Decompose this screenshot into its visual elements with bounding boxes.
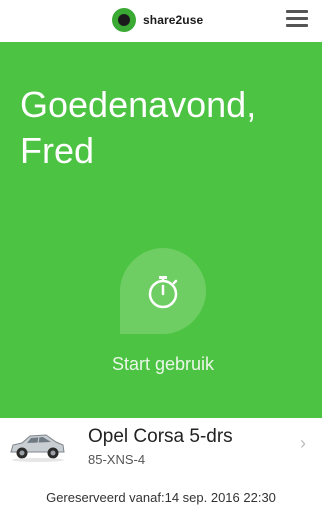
vehicle-row[interactable]: Opel Corsa 5-drs 85-XNS-4 › — [0, 418, 322, 472]
vehicle-name: Opel Corsa 5-drs — [88, 426, 233, 447]
chevron-right-icon: › — [300, 433, 306, 453]
stopwatch-icon — [120, 248, 206, 334]
greeting: Goedenavond, Fred — [20, 82, 310, 174]
car-icon — [10, 434, 65, 462]
start-usage-label: Start gebruik — [111, 354, 215, 374]
user-name: Fred — [20, 130, 95, 171]
logo-icon — [112, 8, 136, 32]
vehicle-plate: 85-XNS-4 — [88, 452, 146, 467]
hamburger-icon — [286, 10, 308, 13]
top-bar: share2use — [0, 0, 322, 42]
reservation-text: Gereserveerd vanaf:14 sep. 2016 22:30 — [46, 490, 276, 505]
brand-logo[interactable]: share2use — [112, 8, 203, 32]
greeting-line: Goedenavond, — [20, 84, 257, 125]
start-usage-button[interactable]: Start gebruik — [93, 244, 233, 380]
brand-name: share2use — [143, 13, 204, 27]
hamburger-menu-button[interactable] — [286, 10, 308, 30]
hero-panel: Goedenavond, Fred Start gebruik — [0, 42, 322, 418]
